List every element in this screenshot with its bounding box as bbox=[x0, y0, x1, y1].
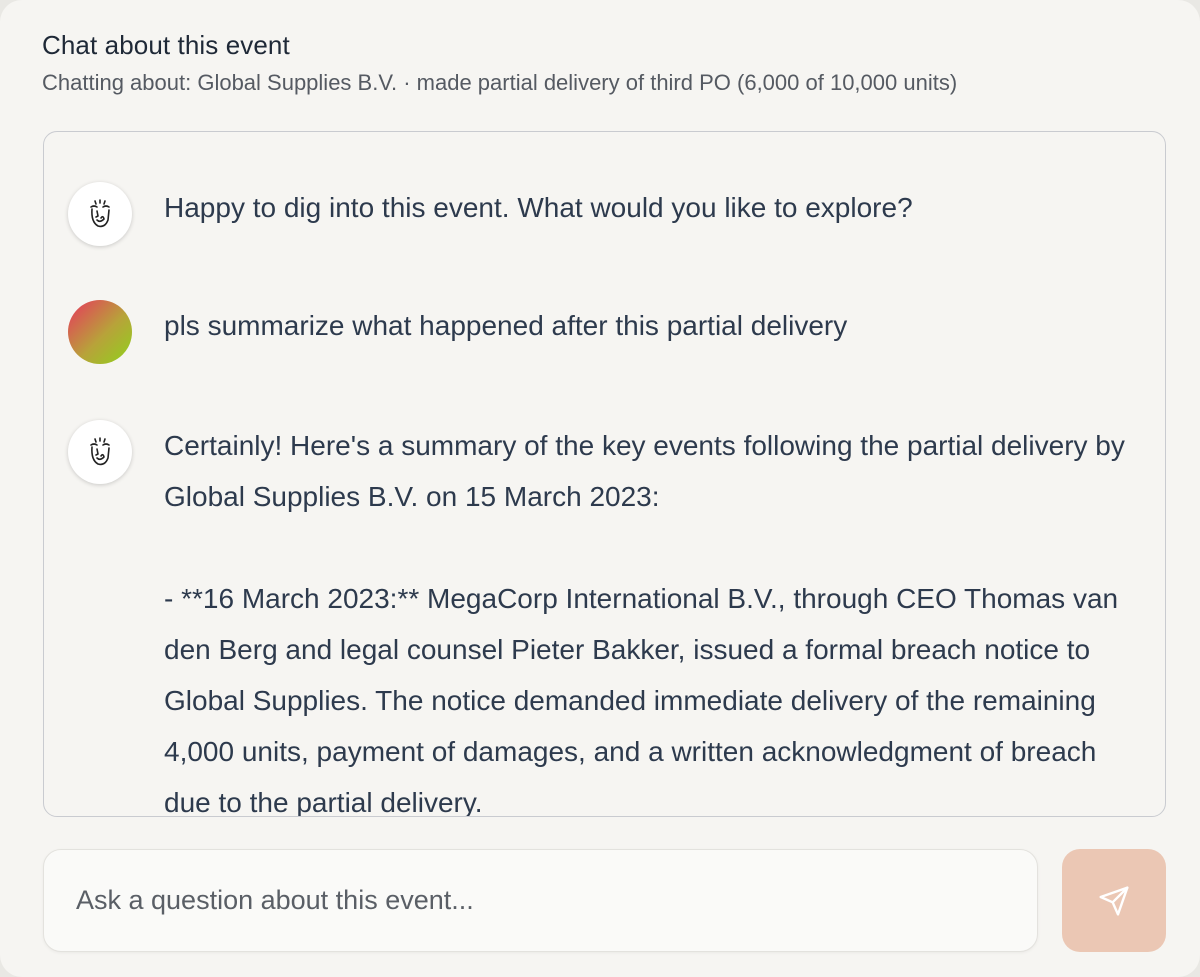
chat-panel: Chat about this event Chatting about: Gl… bbox=[0, 0, 1200, 977]
message-text: Happy to dig into this event. What would… bbox=[164, 192, 913, 223]
assistant-face-icon bbox=[68, 182, 132, 246]
send-button[interactable] bbox=[1062, 849, 1166, 952]
question-input[interactable] bbox=[76, 850, 1006, 951]
send-icon bbox=[1099, 885, 1129, 916]
assistant-message: Certainly! Here's a summary of the key e… bbox=[68, 420, 1144, 817]
user-avatar bbox=[68, 300, 132, 364]
user-message: pls summarize what happened after this p… bbox=[68, 300, 1144, 364]
page-title: Chat about this event bbox=[42, 30, 290, 60]
chat-transcript[interactable]: Happy to dig into this event. What would… bbox=[43, 131, 1166, 817]
assistant-message: Happy to dig into this event. What would… bbox=[68, 182, 1144, 246]
message-text: pls summarize what happened after this p… bbox=[164, 310, 848, 341]
page-subtitle: Chatting about: Global Supplies B.V. · m… bbox=[42, 70, 958, 95]
message-text: Certainly! Here's a summary of the key e… bbox=[164, 430, 1125, 817]
question-input-container[interactable] bbox=[43, 849, 1038, 952]
assistant-face-icon bbox=[68, 420, 132, 484]
